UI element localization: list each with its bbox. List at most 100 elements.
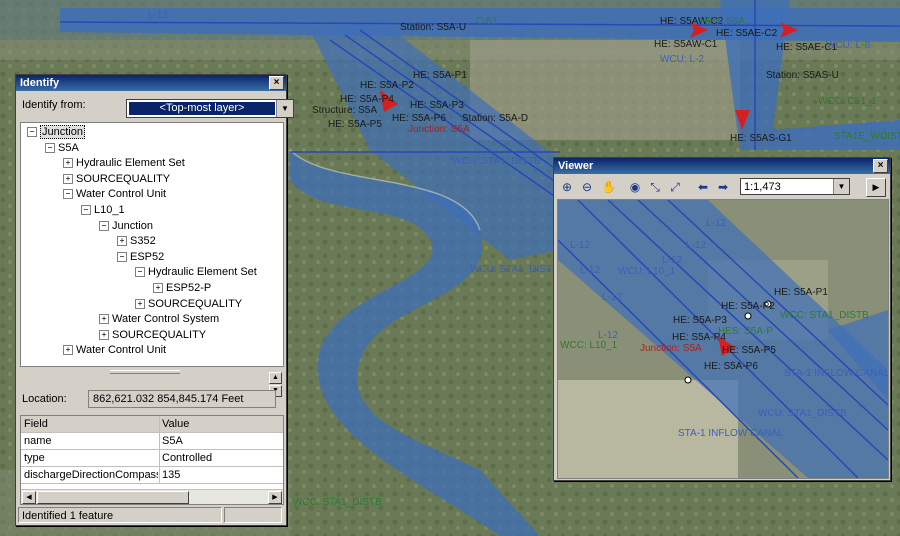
map-label: Station: S5A-U — [400, 22, 467, 33]
map-label: Station: S5A-D — [462, 113, 529, 124]
tree-node-label: ESP52-P — [166, 282, 212, 294]
tree-node[interactable]: + ESP52-P — [153, 281, 211, 295]
tree-node[interactable]: − S5A — [45, 141, 79, 155]
tree-node[interactable]: + SOURCEQUALITY — [99, 328, 206, 342]
fixed-zoom-in-icon[interactable]: ⤡ — [646, 178, 664, 196]
map-label: HE: S5A-P5 — [328, 119, 382, 130]
table-row[interactable]: dischargeDirectionCompass 135 — [21, 467, 283, 484]
table-row[interactable]: type Controlled — [21, 450, 283, 467]
expand-plus-icon[interactable]: + — [63, 158, 73, 169]
zoom-in-icon[interactable]: ⊕ — [558, 178, 576, 196]
map-label: HE: S5A-P4 — [340, 94, 394, 105]
map-label: HE: S5AE-C2 — [716, 28, 778, 39]
map-label: STA1E_WDIST — [834, 131, 900, 142]
value-cell: Controlled — [162, 452, 213, 464]
tree-node-label: SOURCEQUALITY — [148, 297, 243, 310]
attribute-grid[interactable]: ◀ ▶ Field Value name S5A type Controlled disch… — [20, 415, 284, 505]
table-row[interactable]: name S5A — [21, 433, 283, 450]
identify-window[interactable]: Identify × Identify from: <Top-most laye… — [15, 74, 294, 526]
viewer-titlebar[interactable]: Viewer × — [554, 158, 890, 174]
tree-node[interactable]: + Hydraulic Element Set — [63, 156, 185, 170]
field-cell: name — [24, 435, 52, 447]
tree-node[interactable]: − Junction — [99, 219, 153, 233]
tree-node[interactable]: + Water Control Unit — [63, 343, 166, 357]
tree-node-label: S352 — [130, 235, 156, 248]
map-label: WCU: STA1_DISTB — [470, 264, 559, 275]
fixed-zoom-out-icon[interactable]: ⤢ — [666, 178, 684, 196]
viewer-close-button[interactable]: × — [873, 159, 888, 173]
pan-hand-icon[interactable]: ✋ — [600, 178, 618, 196]
tree-node-label: SOURCEQUALITY — [112, 328, 207, 341]
tree-node[interactable]: − Hydraulic Element Set — [135, 265, 257, 279]
chevron-down-icon[interactable]: ▼ — [276, 100, 293, 117]
tree-node-label: Hydraulic Element Set — [76, 157, 185, 170]
results-tree[interactable]: − Junction − S5A + Hydraulic Element Set + SOUR… — [20, 122, 284, 367]
tree-node[interactable]: + S352 — [117, 234, 156, 248]
expand-plus-icon[interactable]: + — [63, 345, 73, 356]
zoom-out-icon[interactable]: ⊖ — [578, 178, 596, 196]
scroll-right-icon[interactable]: ▶ — [268, 491, 282, 504]
column-header: Value — [162, 418, 190, 430]
collapse-minus-icon[interactable]: − — [135, 267, 145, 278]
expand-plus-icon[interactable]: + — [153, 283, 163, 294]
tree-node-label: SOURCEQUALITY — [76, 172, 171, 185]
expand-plus-icon[interactable]: + — [99, 329, 109, 340]
value-cell: 135 — [162, 469, 181, 481]
forward-arrow-icon[interactable]: ➡ — [714, 178, 732, 196]
tree-node-label: Hydraulic Element Set — [148, 266, 257, 279]
tree-node-label: ESP52 — [130, 250, 165, 263]
map-label: HE: S5A-P6 — [392, 113, 446, 124]
chevron-down-icon[interactable]: ▼ — [833, 179, 849, 194]
collapse-minus-icon[interactable]: − — [45, 142, 55, 153]
tree-node[interactable]: + SOURCEQUALITY — [63, 172, 170, 186]
map-label: HE: S5A-P1 — [413, 70, 467, 81]
collapse-minus-icon[interactable]: − — [27, 127, 37, 138]
viewer-window[interactable]: Viewer × ⊕ ⊖ ✋ ◉ ⤡ ⤢ ⬅ ➡ 1:1,473 ▼ ▶ L-1… — [553, 157, 891, 481]
collapse-minus-icon[interactable]: − — [63, 189, 73, 200]
viewer-title: Viewer — [558, 160, 594, 172]
viewer-map-label: L-12 — [706, 218, 727, 229]
column-header: Field — [24, 418, 48, 430]
collapse-minus-icon[interactable]: − — [117, 251, 127, 262]
identify-titlebar[interactable]: Identify × — [16, 75, 286, 91]
scroll-left-icon[interactable]: ◀ — [22, 491, 36, 504]
back-arrow-icon[interactable]: ⬅ — [694, 178, 712, 196]
collapse-minus-icon[interactable]: − — [81, 205, 91, 216]
tree-node[interactable]: + SOURCEQUALITY — [135, 297, 242, 311]
viewer-map-label: HE: S5A-P6 — [704, 361, 758, 372]
collapse-minus-icon[interactable]: − — [99, 220, 109, 231]
viewer-map-label: HES: S5A-P — [718, 326, 774, 337]
identify-close-button[interactable]: × — [269, 76, 284, 90]
tree-node[interactable]: + Water Control System — [99, 312, 219, 326]
tree-node[interactable]: − Junction — [27, 125, 85, 139]
tree-node[interactable]: − L10_1 — [81, 203, 125, 217]
toolbar-more-button[interactable]: ▶ — [866, 178, 886, 197]
tree-node-label: L10_1 — [94, 204, 125, 216]
tree-node-label: Water Control Unit — [76, 344, 167, 357]
tree-node-label: Water Control System — [112, 313, 220, 326]
viewer-map-label: HE: S5A-P4 — [672, 332, 726, 343]
tree-node-label: Water Control Unit — [76, 188, 167, 201]
scroll-thumb[interactable] — [37, 491, 189, 504]
identify-from-dropdown[interactable]: <Top-most layer> ▼ — [126, 99, 294, 118]
viewer-map[interactable]: L-12 L-12 L-12 L-12 L-12 L-12 L-12 WCU: L10_1 HE… — [557, 199, 889, 479]
expand-plus-icon[interactable]: + — [99, 314, 109, 325]
full-extent-globe-icon[interactable]: ◉ — [626, 178, 644, 196]
viewer-map-label: STA-1 INFLOW CANAL — [784, 368, 889, 379]
status-bar: Identified 1 feature — [18, 507, 222, 523]
map-label: HE: S5AS-G1 — [730, 133, 792, 144]
viewer-map-label: L-12 — [686, 240, 707, 251]
tree-node[interactable]: − ESP52 — [117, 250, 164, 264]
pane-splitter[interactable] — [20, 367, 282, 375]
expand-plus-icon[interactable]: + — [117, 236, 127, 247]
expand-plus-icon[interactable]: + — [135, 298, 145, 309]
map-label: L-12 — [148, 10, 169, 21]
collapse-up-icon[interactable]: ▲ — [269, 372, 282, 384]
map-label: Station: S5AS-U — [766, 70, 839, 81]
expand-plus-icon[interactable]: + — [63, 173, 73, 184]
tree-node[interactable]: − Water Control Unit — [63, 187, 166, 201]
map-label: WCU: STA1_DISTB — [452, 156, 541, 167]
horizontal-scrollbar[interactable]: ◀ ▶ — [21, 489, 283, 504]
map-scale-dropdown[interactable]: 1:1,473 ▼ — [740, 178, 850, 195]
status-bar-panel — [224, 507, 282, 523]
